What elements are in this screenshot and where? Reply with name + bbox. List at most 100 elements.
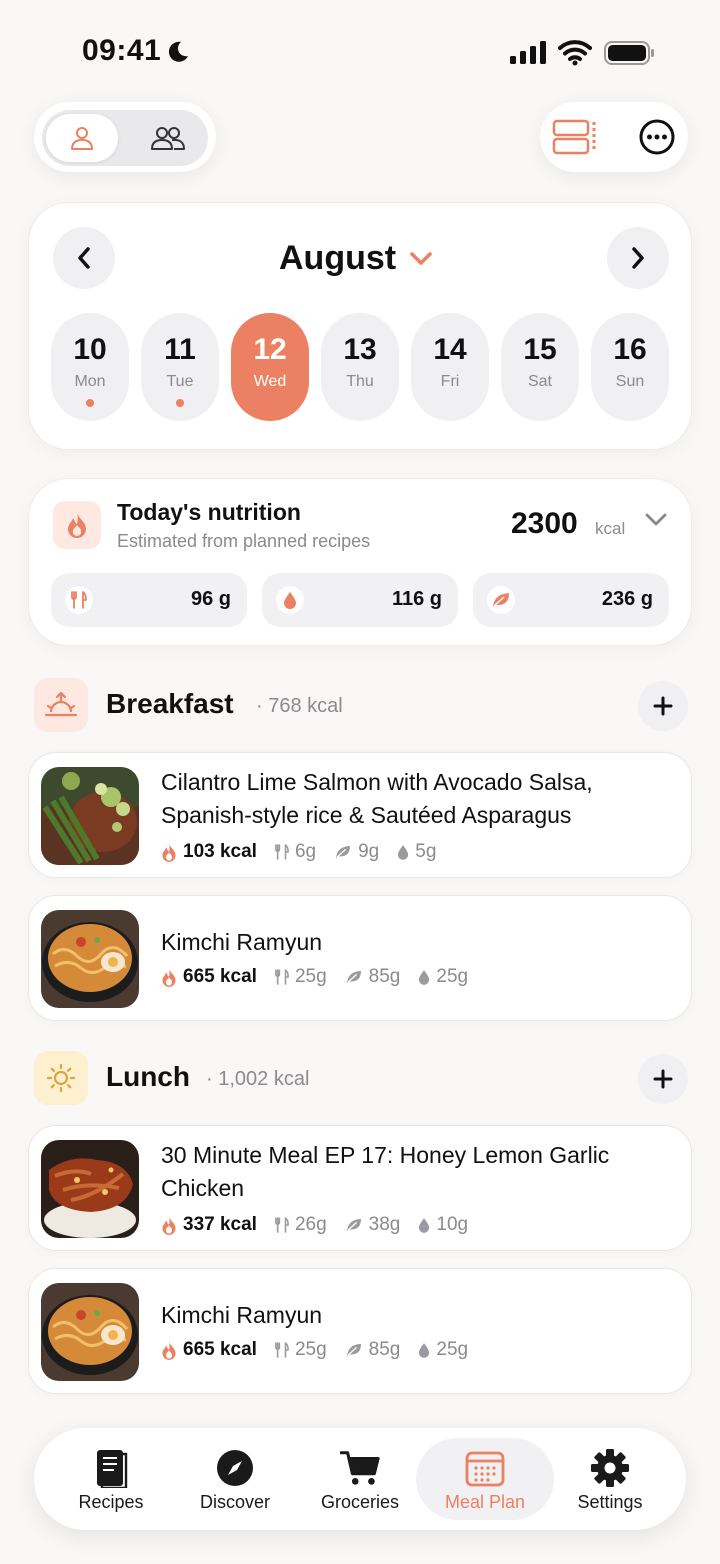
moon-icon: [168, 41, 188, 62]
day-wed[interactable]: 12 Wed: [231, 313, 309, 421]
book-icon: [91, 1448, 131, 1488]
chevron-down-icon: [410, 251, 432, 265]
macro-carbs: 236 g: [473, 573, 669, 627]
more-button[interactable]: [632, 112, 682, 162]
previous-week-button[interactable]: [53, 227, 115, 289]
plus-icon: [653, 696, 673, 716]
meal-fat-value: 5g: [415, 841, 437, 862]
split-view-icon: [552, 119, 596, 155]
tab-label: Meal Plan: [444, 1492, 526, 1512]
tab-discover[interactable]: Discover: [170, 1438, 300, 1520]
day-name: Fri: [440, 373, 460, 390]
meal-stats: 665 kcal 25g 85g 25g: [161, 966, 486, 988]
meal-protein-value: 25g: [294, 966, 327, 987]
meal-protein: 26g: [275, 1214, 327, 1236]
battery-icon: [604, 41, 654, 65]
day-tue[interactable]: 11 Tue: [141, 313, 219, 421]
next-week-button[interactable]: [607, 227, 669, 289]
meal-stats: 103 kcal 6g 9g 5g: [161, 841, 454, 863]
profile-toggle-track: [42, 110, 208, 166]
day-number: 11: [164, 333, 196, 366]
flame-icon: [53, 501, 101, 549]
tab-recipes[interactable]: Recipes: [46, 1438, 176, 1520]
tab-groceries[interactable]: Groceries: [295, 1438, 425, 1520]
day-name: Sat: [527, 373, 552, 390]
day-thu[interactable]: 13 Thu: [321, 313, 399, 421]
meal-protein: 6g: [275, 841, 316, 863]
cellular-signal-icon: [510, 41, 546, 64]
single-user-button[interactable]: [46, 114, 118, 162]
day-sun[interactable]: 16 Sun: [591, 313, 669, 421]
macro-value: 116 g: [391, 588, 442, 610]
meal-name: Kimchi Ramyun: [161, 1302, 323, 1328]
drop-icon: [419, 1218, 430, 1233]
meal-protein: 25g: [275, 966, 327, 988]
macro-fat: 116 g: [262, 573, 458, 627]
household-button[interactable]: [132, 114, 204, 162]
month-selector[interactable]: August: [279, 239, 432, 278]
ellipsis-circle-icon: [639, 119, 675, 155]
chevron-down-icon[interactable]: [645, 513, 667, 527]
leaf-icon: [346, 970, 361, 984]
layout-toggle-button[interactable]: [550, 112, 600, 162]
add-lunch-button[interactable]: [638, 1054, 688, 1104]
meal-card[interactable]: Cilantro Lime Salmon with Avocado Salsa,…: [28, 752, 692, 878]
meal-fat: 25g: [418, 1339, 468, 1361]
meal-kcal-value: 665 kcal: [183, 966, 257, 987]
meal-carbs-value: 38g: [368, 1214, 401, 1235]
people-icon: [151, 127, 185, 150]
meal-fat-value: 10g: [436, 1214, 469, 1235]
flame-icon: [162, 1341, 176, 1360]
leaf-icon: [487, 586, 515, 614]
day-name: Mon: [74, 373, 106, 390]
meal-card[interactable]: Kimchi Ramyun 665 kcal 25g 85g 25g: [28, 895, 692, 1021]
sun-icon: [34, 1051, 88, 1105]
flame-icon: [162, 1216, 176, 1235]
drop-icon: [419, 970, 430, 985]
meal-kcal: 337 kcal: [161, 1214, 257, 1236]
meal-kcal-value: 337 kcal: [183, 1214, 257, 1235]
meal-carbs-value: 85g: [368, 966, 401, 987]
has-meals-dot: [86, 399, 94, 407]
drop-icon: [276, 586, 304, 614]
meal-name: Cilantro Lime Salmon with Avocado Salsa,…: [161, 769, 593, 828]
section-title: Lunch: [106, 1061, 190, 1092]
tab-meal-plan[interactable]: Meal Plan: [416, 1438, 554, 1520]
meal-carbs: 9g: [334, 841, 379, 863]
leaf-icon: [346, 1218, 361, 1232]
meal-carbs-value: 9g: [358, 841, 380, 862]
day-number: 14: [433, 333, 467, 366]
meal-protein-value: 6g: [294, 841, 317, 862]
section-kcal: · 768 kcal: [256, 695, 343, 717]
tab-label: Settings: [577, 1492, 643, 1512]
section-kcal: · 1,002 kcal: [206, 1068, 310, 1090]
meal-thumbnail: [41, 910, 139, 1008]
leaf-icon: [346, 1343, 361, 1357]
day-mon[interactable]: 10 Mon: [51, 313, 129, 421]
meal-card[interactable]: 30 Minute Meal EP 17: Honey Lemon Garlic…: [28, 1125, 692, 1251]
tab-label: Groceries: [320, 1492, 400, 1512]
meal-fat: 25g: [418, 966, 468, 988]
add-breakfast-button[interactable]: [638, 681, 688, 731]
compass-icon: [215, 1448, 255, 1488]
fork-knife-icon: [65, 586, 93, 614]
meal-fat-value: 25g: [436, 1339, 469, 1360]
meal-protein-value: 26g: [294, 1214, 327, 1235]
tab-settings[interactable]: Settings: [545, 1438, 675, 1520]
meal-name: Kimchi Ramyun: [161, 929, 323, 955]
day-fri[interactable]: 14 Fri: [411, 313, 489, 421]
status-bar: 09:41: [0, 0, 720, 100]
day-sat[interactable]: 15 Sat: [501, 313, 579, 421]
nutrition-summary[interactable]: Today's nutrition Estimated from planned…: [28, 478, 692, 646]
macro-protein: 96 g: [51, 573, 247, 627]
meal-carbs-value: 85g: [368, 1339, 401, 1360]
day-number: 13: [343, 333, 377, 366]
total-kcal: 2300: [511, 507, 578, 540]
meal-card[interactable]: Kimchi Ramyun 665 kcal 25g 85g 25g: [28, 1268, 692, 1394]
drop-icon: [398, 845, 409, 860]
nutrition-subtitle: Estimated from planned recipes: [117, 531, 371, 551]
meal-kcal-value: 103 kcal: [183, 841, 257, 862]
calendar-icon: [465, 1448, 505, 1488]
chevron-left-icon: [78, 247, 90, 269]
day-number: 16: [613, 333, 647, 366]
